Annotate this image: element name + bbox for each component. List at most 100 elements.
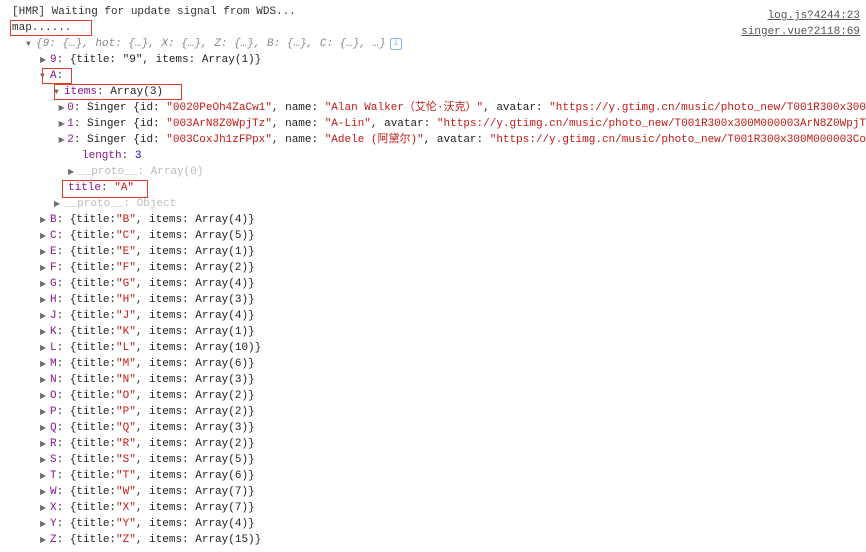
object-entry-B[interactable]: B: {title: "B", items: Array(4)} bbox=[4, 212, 866, 228]
object-entry-O[interactable]: O: {title: "O", items: Array(2)} bbox=[4, 388, 866, 404]
chevron-right-icon[interactable] bbox=[40, 436, 50, 453]
property-value: {title: bbox=[70, 372, 116, 388]
chevron-right-icon[interactable] bbox=[40, 404, 50, 421]
chevron-down-icon[interactable] bbox=[40, 68, 50, 85]
chevron-right-icon[interactable] bbox=[40, 324, 50, 341]
chevron-right-icon[interactable] bbox=[40, 468, 50, 485]
object-entry-A-title: title: "A" bbox=[4, 180, 866, 196]
object-entry-H[interactable]: H: {title: "H", items: Array(3)} bbox=[4, 292, 866, 308]
chevron-right-icon[interactable] bbox=[40, 500, 50, 517]
property-value: {title: bbox=[70, 516, 116, 532]
object-entry-F[interactable]: F: {title: "F", items: Array(2)} bbox=[4, 260, 866, 276]
object-entry-P[interactable]: P: {title: "P", items: Array(2)} bbox=[4, 404, 866, 420]
proto-object[interactable]: __proto__: Object bbox=[4, 196, 866, 212]
singer-entry[interactable]: 0: Singer {id: "0020PeOh4ZaCw1", name: "… bbox=[4, 100, 866, 116]
property-key: __proto__ bbox=[64, 196, 123, 212]
property-value: {title: bbox=[70, 388, 116, 404]
property-key: A bbox=[50, 68, 57, 84]
object-entry-C[interactable]: C: {title: "C", items: Array(5)} bbox=[4, 228, 866, 244]
object-entry-W[interactable]: W: {title: "W", items: Array(7)} bbox=[4, 484, 866, 500]
property-key: P bbox=[50, 404, 57, 420]
chevron-right-icon[interactable] bbox=[40, 308, 50, 325]
object-summary-row[interactable]: {9: {…}, hot: {…}, X: {…}, Z: {…}, B: {…… bbox=[4, 36, 866, 52]
object-entry-S[interactable]: S: {title: "S", items: Array(5)} bbox=[4, 452, 866, 468]
property-value: {title: bbox=[70, 532, 116, 548]
source-link-singer[interactable]: singer.vue?2118:69 bbox=[741, 24, 860, 40]
object-entry-K[interactable]: K: {title: "K", items: Array(1)} bbox=[4, 324, 866, 340]
chevron-right-icon[interactable] bbox=[40, 484, 50, 501]
class-name: Singer bbox=[87, 100, 133, 116]
object-entry-Y[interactable]: Y: {title: "Y", items: Array(4)} bbox=[4, 516, 866, 532]
chevron-down-icon[interactable] bbox=[54, 84, 64, 101]
property-value: Object bbox=[137, 196, 177, 212]
property-value: {title: bbox=[70, 212, 116, 228]
property-value: {title: bbox=[70, 308, 116, 324]
object-entry-M[interactable]: M: {title: "M", items: Array(6)} bbox=[4, 356, 866, 372]
chevron-right-icon[interactable] bbox=[40, 228, 50, 245]
chevron-right-icon[interactable] bbox=[40, 292, 50, 309]
property-key: Q bbox=[50, 420, 57, 436]
property-value: {title: bbox=[70, 452, 116, 468]
chevron-right-icon[interactable] bbox=[40, 420, 50, 437]
chevron-right-icon[interactable] bbox=[59, 100, 68, 117]
singer-entry[interactable]: 1: Singer {id: "003ArN8Z0WpjTz", name: "… bbox=[4, 116, 866, 132]
chevron-down-icon[interactable] bbox=[26, 36, 36, 53]
object-entry-T[interactable]: T: {title: "T", items: Array(6)} bbox=[4, 468, 866, 484]
singer-entry[interactable]: 2: Singer {id: "003CoxJh1zFPpx", name: "… bbox=[4, 132, 866, 148]
array-index: 2 bbox=[67, 132, 74, 148]
property-key: G bbox=[50, 276, 57, 292]
object-entry-Z[interactable]: Z: {title: "Z", items: Array(15)} bbox=[4, 532, 866, 548]
object-entry-Q[interactable]: Q: {title: "Q", items: Array(3)} bbox=[4, 420, 866, 436]
chevron-right-icon[interactable] bbox=[40, 388, 50, 405]
property-key: items bbox=[64, 84, 97, 100]
chevron-right-icon[interactable] bbox=[40, 372, 50, 389]
chevron-right-icon[interactable] bbox=[40, 452, 50, 469]
chevron-right-icon[interactable] bbox=[40, 356, 50, 373]
property-value: {title: bbox=[70, 244, 116, 260]
property-key: H bbox=[50, 292, 57, 308]
copy-icon[interactable]: i bbox=[390, 38, 402, 50]
property-key: C bbox=[50, 228, 57, 244]
class-name: Singer bbox=[87, 132, 133, 148]
property-value: {title: bbox=[70, 340, 116, 356]
object-entry-N[interactable]: N: {title: "N", items: Array(3)} bbox=[4, 372, 866, 388]
array-index: 1 bbox=[67, 116, 74, 132]
chevron-right-icon[interactable] bbox=[40, 260, 50, 277]
property-key: W bbox=[50, 484, 57, 500]
object-entry-J[interactable]: J: {title: "J", items: Array(4)} bbox=[4, 308, 866, 324]
object-entry-L[interactable]: L: {title: "L", items: Array(10)} bbox=[4, 340, 866, 356]
object-entry-A-items[interactable]: items: Array(3) bbox=[4, 84, 866, 100]
property-value: {title: "9", items: Array(1)} bbox=[70, 52, 261, 68]
chevron-right-icon[interactable] bbox=[68, 164, 78, 181]
property-key: N bbox=[50, 372, 57, 388]
object-summary-text: {9: {…}, hot: {…}, X: {…}, Z: {…}, B: {…… bbox=[36, 36, 386, 52]
proto-array[interactable]: __proto__: Array(0) bbox=[4, 164, 866, 180]
property-value: Array(3) bbox=[110, 84, 163, 100]
object-entry-X[interactable]: X: {title: "X", items: Array(7)} bbox=[4, 500, 866, 516]
chevron-right-icon[interactable] bbox=[40, 212, 50, 229]
object-entry-E[interactable]: E: {title: "E", items: Array(1)} bbox=[4, 244, 866, 260]
array-index: 0 bbox=[67, 100, 74, 116]
chevron-right-icon[interactable] bbox=[54, 196, 64, 213]
chevron-right-icon[interactable] bbox=[59, 132, 68, 149]
chevron-right-icon[interactable] bbox=[40, 516, 50, 533]
property-value: {title: bbox=[70, 436, 116, 452]
property-key: Y bbox=[50, 516, 57, 532]
chevron-right-icon[interactable] bbox=[40, 276, 50, 293]
property-value: "A" bbox=[114, 180, 134, 196]
object-entry-R[interactable]: R: {title: "R", items: Array(2)} bbox=[4, 436, 866, 452]
class-name: Singer bbox=[87, 116, 133, 132]
chevron-right-icon[interactable] bbox=[59, 116, 68, 133]
chevron-right-icon[interactable] bbox=[40, 340, 50, 357]
chevron-right-icon[interactable] bbox=[40, 244, 50, 261]
object-entry-A[interactable]: A: bbox=[4, 68, 866, 84]
source-link-log[interactable]: log.js?4244:23 bbox=[768, 8, 860, 24]
object-entry-9[interactable]: 9: {title: "9", items: Array(1)} bbox=[4, 52, 866, 68]
property-key: length bbox=[82, 148, 122, 164]
chevron-right-icon[interactable] bbox=[40, 52, 50, 69]
property-key: title bbox=[68, 180, 101, 196]
object-entry-G[interactable]: G: {title: "G", items: Array(4)} bbox=[4, 276, 866, 292]
property-key: S bbox=[50, 452, 57, 468]
chevron-right-icon[interactable] bbox=[40, 532, 50, 549]
property-value: {title: bbox=[70, 500, 116, 516]
